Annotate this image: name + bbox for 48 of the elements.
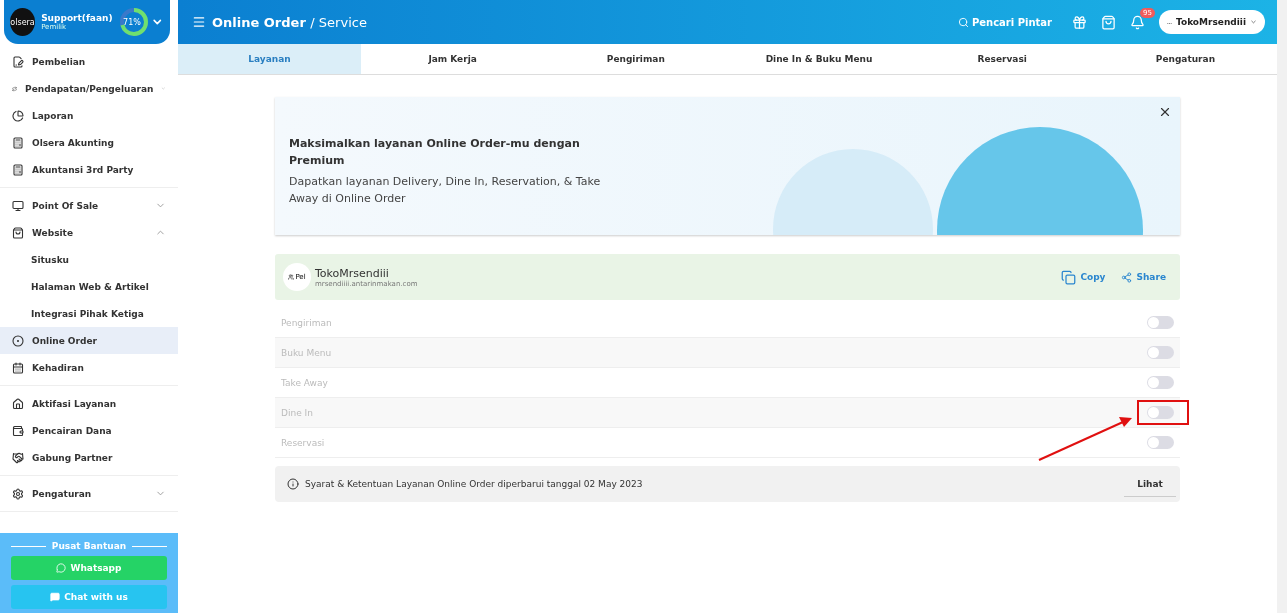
search-icon: [957, 16, 969, 28]
page-title: Online Order / Service: [212, 14, 367, 30]
notification-button[interactable]: [1130, 14, 1145, 30]
caret-icon: [1250, 18, 1257, 26]
terms-text: Syarat & Ketentuan Layanan Online Order diperbarui tanggal 02 May 2023: [305, 479, 644, 489]
progress-reading: 71%: [123, 17, 141, 27]
toggle-switch[interactable]: [1147, 346, 1174, 359]
banner-title: Maksimalkan layanan Online Order-mu dengan Premium: [289, 136, 581, 169]
service-label: Pengiriman: [281, 317, 332, 328]
sidebar-item[interactable]: Pendapatan/Pengeluaran: [0, 75, 178, 102]
bag-button[interactable]: [1101, 14, 1116, 30]
tab[interactable]: Layanan: [178, 44, 361, 74]
sidebar-item[interactable]: Website: [0, 219, 178, 246]
sidebar-subitem[interactable]: Halaman Web & Artikel: [0, 273, 178, 300]
close-button[interactable]: [1158, 105, 1172, 119]
profile-name: Support(faan): [41, 13, 113, 23]
store-logo: olsera: [10, 8, 36, 36]
toggle-switch[interactable]: [1147, 436, 1174, 449]
sidebar-item[interactable]: Point Of Sale: [0, 192, 178, 219]
chat-icon: [50, 592, 61, 602]
sidebar-item[interactable]: Gabung Partner: [0, 444, 178, 471]
share-icon: [1121, 271, 1133, 283]
progress-ring: [118, 7, 149, 37]
sidebar-item[interactable]: Pengaturan: [0, 480, 178, 507]
sidebar-item[interactable]: Pembelian: [0, 48, 178, 75]
sidebar-item[interactable]: Online Order: [0, 327, 178, 354]
copy-icon: [1061, 269, 1077, 285]
sidebar-item[interactable]: Akuntansi 3rd Party: [0, 156, 178, 183]
sidebar-item[interactable]: Aktifasi Layanan: [0, 390, 178, 417]
service-label: Reservasi: [281, 437, 325, 448]
service-label: Dine In: [281, 407, 313, 418]
toggle-switch[interactable]: [1147, 376, 1174, 389]
gift-button[interactable]: [1072, 14, 1087, 30]
banner-text: Dapatkan layanan Delivery, Dine In, Reservation, & Take Away di Online Order: [289, 174, 602, 207]
toggle-switch[interactable]: [1147, 316, 1174, 329]
info-icon: [287, 478, 299, 490]
sidebar-item[interactable]: Laporan: [0, 102, 178, 129]
service-label: Buku Menu: [281, 347, 332, 358]
help-title: Pusat Bantuan: [51, 541, 127, 551]
sidebar-subitem[interactable]: Situsku: [0, 246, 178, 273]
sidebar-item[interactable]: Kehadiran: [0, 354, 178, 381]
service-label: Take Away: [281, 377, 328, 388]
sidebar-item[interactable]: Pencairan Dana: [0, 417, 178, 444]
whatsapp-icon: [56, 563, 67, 573]
toggle-switch[interactable]: [1147, 406, 1174, 419]
store-name: TokoMrsendiii: [315, 266, 390, 280]
sidebar-item[interactable]: Olsera Akunting: [0, 129, 178, 156]
sidebar-subitem[interactable]: Integrasi Pihak Ketiga: [0, 300, 178, 327]
